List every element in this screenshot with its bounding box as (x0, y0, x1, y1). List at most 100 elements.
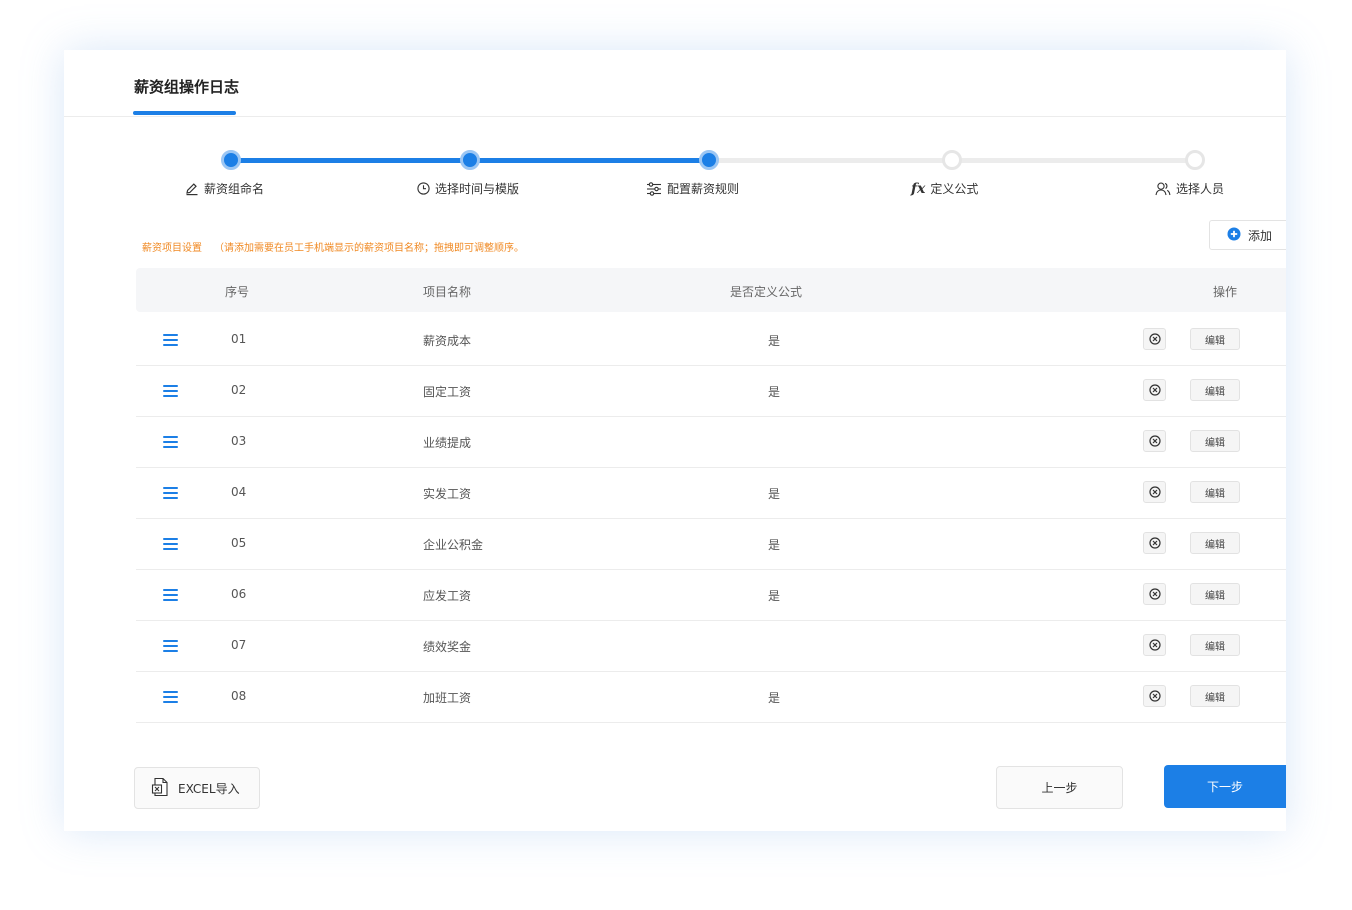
header-name: 项目名称 (423, 285, 472, 299)
edit-button[interactable]: 编辑 (1190, 583, 1240, 605)
add-button-label: 添加 (1248, 228, 1273, 243)
sliders-icon (646, 181, 662, 196)
row-formula: 是 (768, 334, 781, 348)
row-name: 应发工资 (423, 589, 472, 603)
main-card: 薪资组操作日志 薪资组命名 选择时间与模版 配置薪资规则 fx 定义公式 选择人… (64, 50, 1286, 831)
step-label-text: 定义公式 (930, 182, 979, 196)
add-button[interactable]: 添加 (1209, 220, 1286, 250)
step-dot-3[interactable] (699, 150, 719, 170)
drag-handle-icon[interactable] (163, 385, 178, 397)
row-name: 固定工资 (423, 385, 472, 399)
step-label-text: 配置薪资规则 (667, 182, 740, 196)
row-name: 加班工资 (423, 691, 472, 705)
row-no: 06 (231, 587, 247, 601)
delete-button[interactable] (1143, 634, 1166, 656)
user-icon (1155, 182, 1171, 196)
fx-icon: fx (911, 180, 926, 197)
excel-import-button[interactable]: EXCEL导入 (134, 767, 260, 809)
delete-button[interactable] (1143, 583, 1166, 605)
step-track-2 (470, 158, 709, 163)
row-no: 01 (231, 332, 247, 346)
next-step-button[interactable]: 下一步 (1164, 765, 1286, 808)
table-row: 04 实发工资 是 编辑 (136, 467, 1286, 519)
row-name: 企业公积金 (423, 538, 484, 552)
delete-button[interactable] (1143, 685, 1166, 707)
header-no: 序号 (225, 285, 250, 299)
step-dot-4[interactable] (942, 150, 962, 170)
drag-handle-icon[interactable] (163, 334, 178, 346)
tab-bar: 薪资组操作日志 (64, 50, 1286, 117)
row-name: 业绩提成 (423, 436, 472, 450)
table-row: 06 应发工资 是 编辑 (136, 569, 1286, 621)
row-no: 03 (231, 434, 247, 448)
row-no: 08 (231, 689, 247, 703)
step-label-define-formula[interactable]: fx 定义公式 (911, 180, 978, 197)
delete-button[interactable] (1143, 481, 1166, 503)
edit-button[interactable]: 编辑 (1190, 379, 1240, 401)
drag-handle-icon[interactable] (163, 538, 178, 550)
row-no: 05 (231, 536, 247, 550)
step-label-naming[interactable]: 薪资组命名 (185, 180, 264, 197)
hint-title: 薪资项目设置 (142, 243, 202, 254)
table-header: 序号 项目名称 是否定义公式 操作 (136, 268, 1286, 312)
row-no: 02 (231, 383, 247, 397)
step-dot-5[interactable] (1185, 150, 1205, 170)
close-circle-icon (1148, 537, 1161, 549)
close-circle-icon (1148, 690, 1161, 702)
delete-button[interactable] (1143, 430, 1166, 452)
drag-handle-icon[interactable] (163, 487, 178, 499)
step-track-4 (952, 158, 1195, 163)
header-action: 操作 (1213, 285, 1238, 299)
delete-button[interactable] (1143, 379, 1166, 401)
edit-button[interactable]: 编辑 (1190, 685, 1240, 707)
drag-handle-icon[interactable] (163, 640, 178, 652)
edit-button[interactable]: 编辑 (1190, 328, 1240, 350)
row-name: 薪资成本 (423, 334, 472, 348)
delete-button[interactable] (1143, 532, 1166, 554)
row-name: 绩效奖金 (423, 640, 472, 654)
close-circle-icon (1148, 384, 1161, 396)
drag-handle-icon[interactable] (163, 436, 178, 448)
table-row: 05 企业公积金 是 编辑 (136, 518, 1286, 570)
close-circle-icon (1148, 639, 1161, 651)
table-row: 08 加班工资 是 编辑 (136, 671, 1286, 723)
row-formula: 是 (768, 589, 781, 603)
step-label-select-staff[interactable]: 选择人员 (1155, 180, 1224, 197)
tab-operation-log[interactable]: 薪资组操作日志 (134, 76, 239, 97)
row-formula: 是 (768, 691, 781, 705)
close-circle-icon (1148, 435, 1161, 447)
step-label-salary-rules[interactable]: 配置薪资规则 (646, 180, 739, 197)
edit-button[interactable]: 编辑 (1190, 634, 1240, 656)
prev-step-button[interactable]: 上一步 (996, 766, 1123, 809)
close-circle-icon (1148, 588, 1161, 600)
step-label-time-template[interactable]: 选择时间与模版 (417, 180, 519, 197)
hint-note: （请添加需要在员工手机端显示的薪资项目名称；拖拽即可调整顺序。 (214, 243, 524, 254)
table-row: 07 绩效奖金 编辑 (136, 620, 1286, 672)
row-formula: 是 (768, 538, 781, 552)
close-circle-icon (1148, 333, 1161, 345)
drag-handle-icon[interactable] (163, 589, 178, 601)
table-row: 02 固定工资 是 编辑 (136, 365, 1286, 417)
edit-button[interactable]: 编辑 (1190, 481, 1240, 503)
edit-button[interactable]: 编辑 (1190, 430, 1240, 452)
step-track-3 (709, 158, 952, 163)
step-dot-1[interactable] (221, 150, 241, 170)
excel-import-label: EXCEL导入 (178, 781, 240, 796)
row-no: 07 (231, 638, 247, 652)
table-row: 03 业绩提成 编辑 (136, 416, 1286, 468)
header-formula: 是否定义公式 (730, 285, 803, 299)
step-track-1 (231, 158, 470, 163)
tab-active-indicator (133, 111, 236, 115)
step-dot-2[interactable] (460, 150, 480, 170)
row-formula: 是 (768, 385, 781, 399)
step-label-text: 薪资组命名 (204, 182, 265, 196)
step-label-text: 选择人员 (1176, 182, 1225, 196)
row-name: 实发工资 (423, 487, 472, 501)
close-circle-icon (1148, 486, 1161, 498)
excel-file-icon (151, 777, 169, 800)
delete-button[interactable] (1143, 328, 1166, 350)
drag-handle-icon[interactable] (163, 691, 178, 703)
edit-icon (185, 182, 199, 196)
plus-circle-icon (1227, 227, 1241, 244)
edit-button[interactable]: 编辑 (1190, 532, 1240, 554)
